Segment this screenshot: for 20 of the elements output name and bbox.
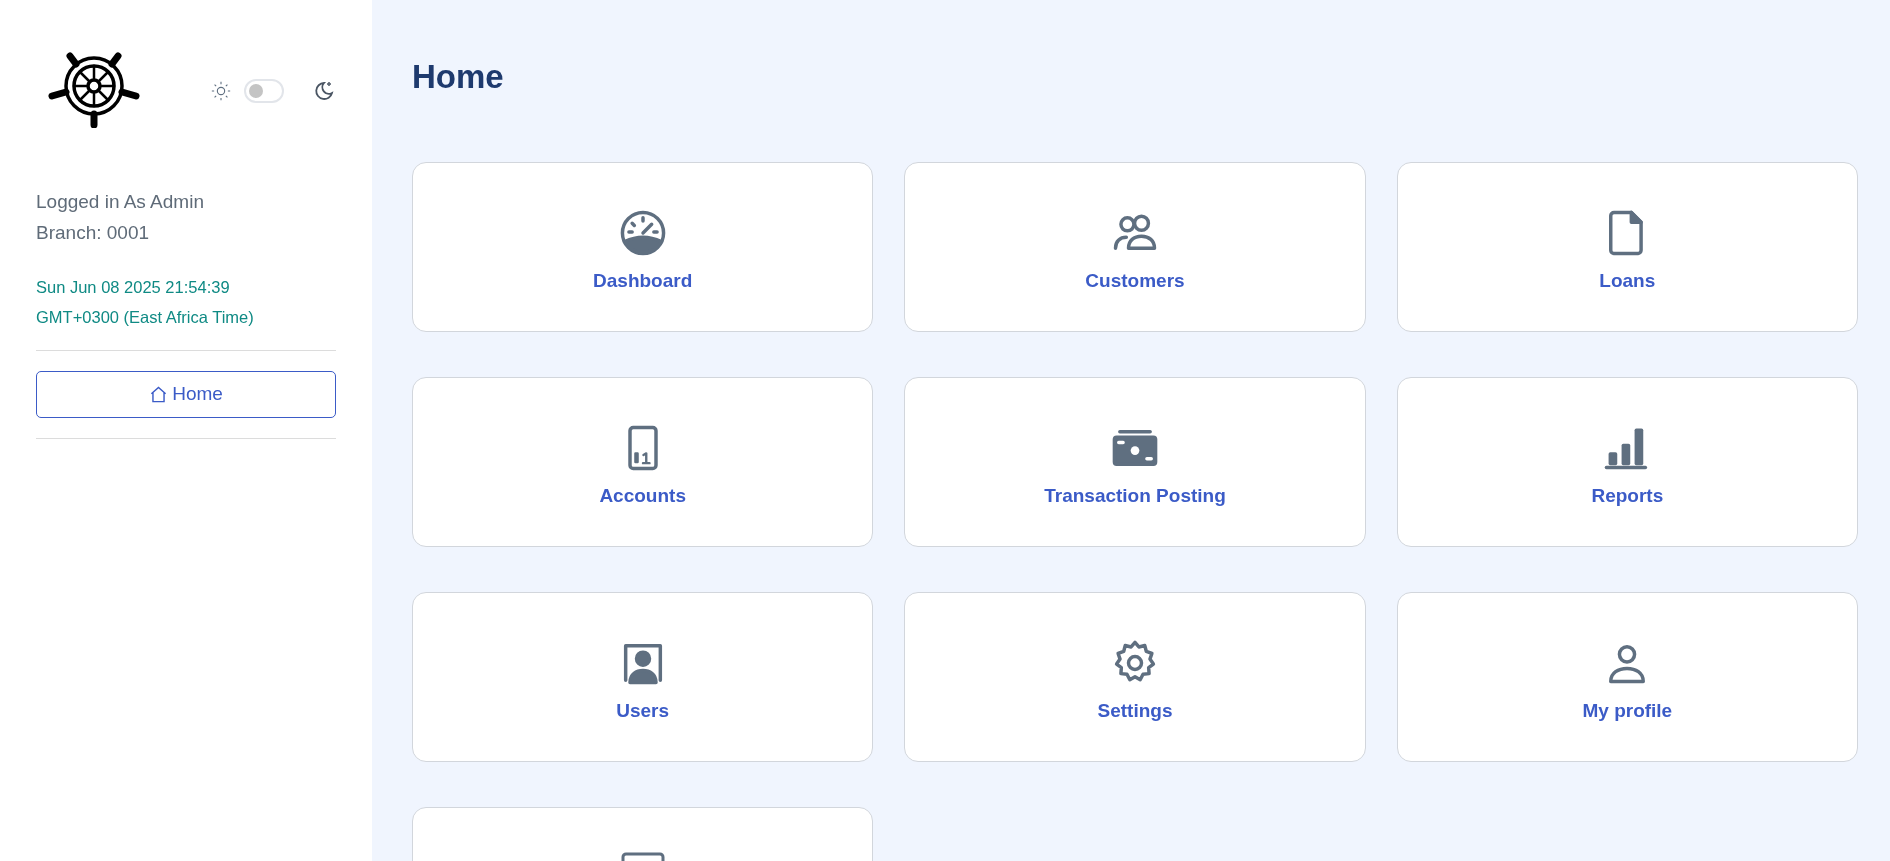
- theme-toggle[interactable]: [244, 79, 284, 103]
- branch-text: Branch: 0001: [36, 221, 151, 245]
- module-card[interactable]: Settings: [904, 592, 1366, 762]
- frame-icon: [620, 852, 665, 861]
- home-nav-button[interactable]: Home: [36, 371, 336, 418]
- module-card[interactable]: Users: [412, 592, 874, 762]
- module-card[interactable]: Customers: [904, 162, 1366, 332]
- login-status-text: Logged in As Admin: [36, 190, 205, 214]
- module-card[interactable]: Loans: [1396, 162, 1858, 332]
- module-card[interactable]: Dashboard: [412, 162, 874, 332]
- sun-icon: [210, 80, 232, 102]
- module-card[interactable]: My profile: [1396, 592, 1858, 762]
- date-time-text: Sun Jun 08 2025 21:54:39: [36, 277, 231, 298]
- page-title: Home: [412, 57, 505, 97]
- moon-stars-icon: [312, 79, 336, 103]
- module-card[interactable]: Accounts: [412, 377, 874, 547]
- module-card[interactable]: Reports: [1396, 377, 1858, 547]
- module-card[interactable]: Transaction Posting: [904, 377, 1366, 547]
- timezone-text: GMT+0300 (East Africa Time): [36, 307, 255, 328]
- house-icon: [149, 385, 169, 404]
